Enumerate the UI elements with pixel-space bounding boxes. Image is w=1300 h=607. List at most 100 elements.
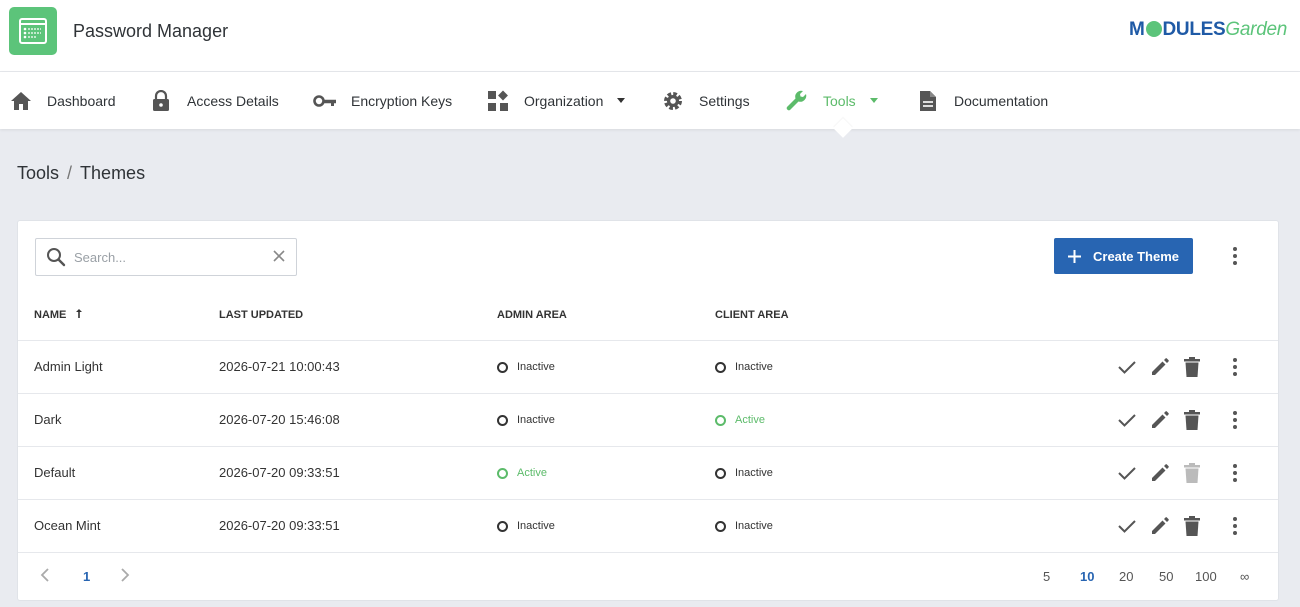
widgets-icon — [486, 89, 510, 113]
page-size-option[interactable]: 50 — [1159, 569, 1173, 584]
nav-item-dashboard[interactable]: Dashboard — [9, 72, 116, 129]
breadcrumb-parent[interactable]: Tools — [17, 163, 59, 183]
delete-icon[interactable] — [1184, 516, 1200, 536]
delete-icon[interactable] — [1184, 357, 1200, 377]
brand-logo[interactable]: M DULESGarden — [1129, 19, 1287, 41]
row-more-options-icon[interactable] — [1225, 461, 1245, 485]
activate-icon[interactable] — [1118, 519, 1136, 533]
theme-name: Dark — [34, 412, 62, 427]
gear-icon — [661, 89, 685, 113]
app-logo-icon — [9, 7, 57, 55]
activate-icon[interactable] — [1118, 360, 1136, 374]
search-box — [35, 238, 297, 276]
row-more-options-icon[interactable] — [1225, 514, 1245, 538]
create-theme-label: Create Theme — [1093, 248, 1179, 264]
nav-item-label: Tools — [823, 92, 856, 109]
status-dot-icon — [715, 520, 726, 532]
table-row: Dark 2026-07-20 15:46:08 Inactive Active — [18, 394, 1278, 447]
nav-item-settings[interactable]: Settings — [661, 72, 750, 129]
nav-item-label: Documentation — [954, 92, 1049, 109]
chevron-right-icon[interactable] — [121, 568, 130, 585]
admin-area-status: Inactive — [497, 520, 555, 532]
status-dot-icon — [497, 467, 508, 479]
status-badge: Inactive — [517, 361, 555, 373]
plus-icon — [1068, 249, 1081, 263]
home-icon — [9, 89, 33, 113]
client-area-status: Inactive — [715, 520, 773, 532]
table-row: Ocean Mint 2026-07-20 09:33:51 Inactive Ina… — [18, 500, 1278, 553]
column-header-label: NAME — [34, 309, 67, 321]
nav-item-label: Organization — [524, 92, 604, 109]
status-dot-icon — [497, 361, 508, 373]
page-size-option[interactable]: 5 — [1043, 569, 1050, 584]
page-size-option[interactable]: ∞ — [1240, 569, 1249, 584]
table-header: NAME LAST UPDATED ADMIN AREA CLIENT AREA — [18, 289, 1278, 341]
nav-item-access-details[interactable]: Access Details — [149, 72, 279, 129]
chevron-down-icon — [617, 98, 626, 103]
page-size-option[interactable]: 100 — [1195, 569, 1217, 584]
column-header-admin-area[interactable]: ADMIN AREA — [497, 309, 567, 321]
lock-icon — [149, 89, 173, 113]
brand-logo-light: Garden — [1225, 19, 1287, 40]
column-header-name[interactable]: NAME — [34, 309, 83, 321]
status-badge: Inactive — [735, 361, 773, 373]
edit-icon[interactable] — [1150, 357, 1170, 377]
close-icon[interactable] — [272, 249, 286, 268]
admin-area-status: Inactive — [497, 361, 555, 373]
status-dot-icon — [715, 361, 726, 373]
page-size-option[interactable]: 10 — [1080, 569, 1094, 584]
page-number-current[interactable]: 1 — [83, 569, 90, 584]
chevron-left-icon[interactable] — [40, 568, 49, 585]
table-row: Default 2026-07-20 09:33:51 Active Inactive — [18, 447, 1278, 500]
column-header-last-updated[interactable]: LAST UPDATED — [219, 309, 303, 321]
brand-logo-mid: DULES — [1162, 19, 1226, 40]
sort-ascending-icon — [76, 309, 83, 321]
theme-name: Ocean Mint — [34, 518, 101, 533]
client-area-status: Inactive — [715, 467, 773, 479]
table-row: Admin Light 2026-07-21 10:00:43 Inactive In… — [18, 341, 1278, 394]
nav-item-label: Settings — [699, 92, 750, 109]
edit-icon[interactable] — [1150, 516, 1170, 536]
status-badge: Active — [517, 467, 547, 479]
more-options-icon[interactable] — [1225, 244, 1245, 268]
nav-item-documentation[interactable]: Documentation — [916, 72, 1048, 129]
nav-item-encryption-keys[interactable]: Encryption Keys — [313, 72, 452, 129]
status-dot-icon — [497, 414, 508, 426]
activate-icon[interactable] — [1118, 413, 1136, 427]
status-dot-icon — [497, 520, 508, 532]
client-area-status: Inactive — [715, 361, 773, 373]
edit-icon[interactable] — [1150, 410, 1170, 430]
key-icon — [313, 89, 337, 113]
row-more-options-icon[interactable] — [1225, 355, 1245, 379]
column-header-client-area[interactable]: CLIENT AREA — [715, 309, 789, 321]
row-more-options-icon[interactable] — [1225, 408, 1245, 432]
search-input[interactable] — [74, 247, 264, 267]
delete-icon[interactable] — [1184, 410, 1200, 430]
edit-icon[interactable] — [1150, 463, 1170, 483]
admin-area-status: Inactive — [497, 414, 555, 426]
status-badge: Active — [735, 414, 765, 426]
status-badge: Inactive — [735, 467, 773, 479]
activate-icon[interactable] — [1118, 466, 1136, 480]
breadcrumb: Tools / Themes — [17, 163, 145, 184]
status-badge: Inactive — [735, 520, 773, 532]
status-badge: Inactive — [517, 520, 555, 532]
nav-item-label: Encryption Keys — [351, 92, 453, 109]
page-title: Themes — [80, 163, 146, 183]
nav-item-organization[interactable]: Organization — [486, 72, 626, 129]
nav-item-label: Access Details — [187, 92, 279, 109]
chevron-down-icon — [869, 98, 878, 103]
nav-item-label: Dashboard — [47, 92, 116, 109]
last-updated: 2026-07-20 15:46:08 — [219, 412, 340, 427]
wrench-icon — [785, 89, 809, 113]
create-theme-button[interactable]: Create Theme — [1054, 238, 1193, 274]
last-updated: 2026-07-20 09:33:51 — [219, 518, 340, 533]
search-icon — [46, 247, 66, 272]
status-dot-icon — [715, 414, 726, 426]
nav-item-tools[interactable]: Tools — [785, 72, 878, 129]
globe-icon — [1145, 21, 1162, 37]
brand-logo-strong: M — [1128, 19, 1145, 40]
theme-name: Default — [34, 465, 76, 480]
page-size-option[interactable]: 20 — [1119, 569, 1133, 584]
document-icon — [916, 89, 940, 113]
